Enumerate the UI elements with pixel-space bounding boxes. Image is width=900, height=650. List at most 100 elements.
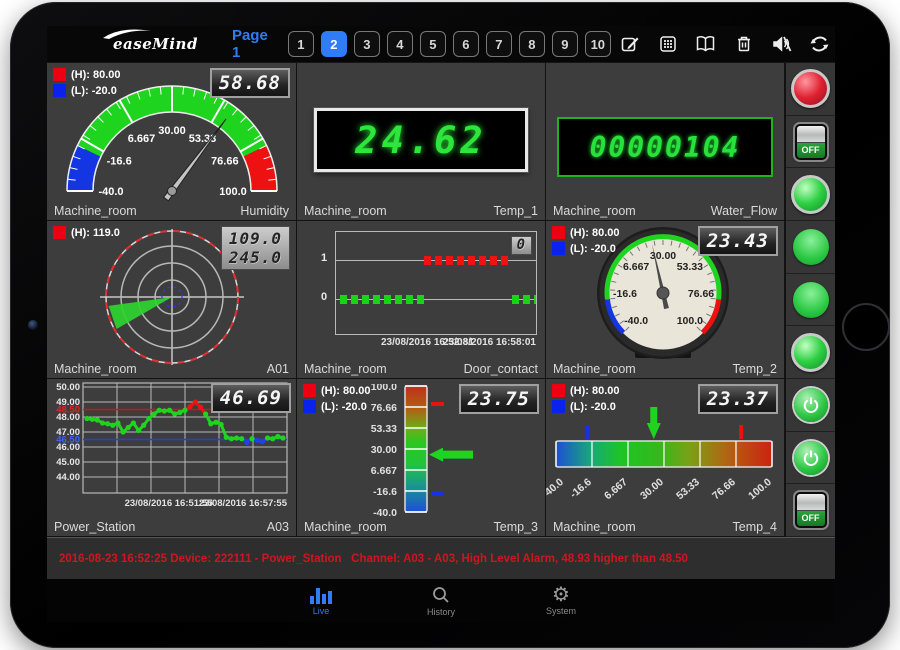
- status-chart: 0: [335, 231, 537, 335]
- svg-text:100.0: 100.0: [371, 384, 397, 393]
- gear-icon: ⚙: [552, 586, 570, 604]
- page-button-4[interactable]: 4: [387, 31, 413, 57]
- nav-history[interactable]: History: [409, 585, 473, 617]
- dashboard: (H): 80.00 (L): -20.0 58.68 -40.0-16.66.…: [47, 63, 835, 537]
- svg-text:45.00: 45.00: [56, 457, 80, 468]
- svg-text:6.667: 6.667: [128, 133, 156, 145]
- legend: (H): 80.00 (L): -20.0: [552, 226, 620, 258]
- control-strip: OFF OFF: [785, 63, 835, 537]
- legend: (H): 119.0: [53, 226, 120, 242]
- nav-history-label: History: [427, 607, 455, 617]
- svg-text:76.66: 76.66: [211, 155, 239, 167]
- control-cell-8: [786, 432, 835, 485]
- value-1: 109.0: [229, 229, 282, 248]
- svg-text:53.33: 53.33: [371, 423, 397, 435]
- toolbar: easeMind Page 1 12345678910: [47, 26, 835, 63]
- x-tick-end: 23/08/2016 16:58:01: [443, 337, 536, 348]
- widget-temp4-horizontal-bar[interactable]: (H): 80.00 (L): -20.0 23.37 -40.0-16.66.…: [546, 379, 785, 537]
- svg-text:30.00: 30.00: [158, 125, 186, 137]
- book-icon[interactable]: [687, 34, 725, 54]
- page-button-2[interactable]: 2: [321, 31, 347, 57]
- alarm-bar: 2016-08-23 16:52:25 Device: 222111 - Pow…: [47, 537, 835, 579]
- device-name: Machine_room: [54, 362, 137, 376]
- widget-temp3-vertical-bar[interactable]: (H): 80.00 (L): -20.0 23.75 100.076.6653…: [297, 379, 546, 537]
- svg-text:100.0: 100.0: [677, 315, 703, 327]
- power-button[interactable]: [794, 388, 828, 422]
- widget-grid: (H): 80.00 (L): -20.0 58.68 -40.0-16.66.…: [47, 63, 785, 537]
- page-button-3[interactable]: 3: [354, 31, 380, 57]
- refresh-icon[interactable]: [801, 34, 835, 54]
- channel-name: A03: [267, 520, 289, 534]
- svg-text:-16.6: -16.6: [107, 156, 132, 168]
- page-button-10[interactable]: 10: [585, 31, 611, 57]
- control-cell-1: [786, 63, 835, 116]
- edit-icon[interactable]: [611, 34, 649, 54]
- svg-text:-40.0: -40.0: [546, 476, 566, 501]
- mute-icon[interactable]: [763, 34, 801, 54]
- value-display: 0: [511, 236, 532, 255]
- legend: (H): 80.00 (L): -20.0: [53, 68, 121, 100]
- green-indicator-light[interactable]: [791, 175, 830, 214]
- page-button-6[interactable]: 6: [453, 31, 479, 57]
- svg-text:76.66: 76.66: [688, 288, 714, 300]
- page-button-7[interactable]: 7: [486, 31, 512, 57]
- widget-temp1-lcd[interactable]: 24.62 Machine_roomTemp_1: [297, 63, 546, 221]
- low-limit-swatch: [552, 242, 565, 255]
- power-icon: [801, 448, 821, 468]
- grid-icon[interactable]: [649, 34, 687, 54]
- value-display: 23.75: [459, 384, 539, 414]
- widget-waterflow-counter[interactable]: 00000104 Machine_roomWater_Flow: [546, 63, 785, 221]
- channel-name: Temp_2: [733, 362, 777, 376]
- svg-text:53.33: 53.33: [674, 476, 702, 502]
- legend: (H): 80.00 (L): -20.0: [552, 384, 620, 416]
- page-button-9[interactable]: 9: [552, 31, 578, 57]
- nav-system[interactable]: ⚙ System: [529, 586, 593, 616]
- svg-text:46.00: 46.00: [56, 442, 80, 453]
- channel-name: Humidity: [240, 204, 289, 218]
- off-rocker-switch[interactable]: OFF: [795, 492, 827, 528]
- counter-display: 00000104: [557, 117, 773, 177]
- status-segment-open: [424, 256, 508, 265]
- nav-live[interactable]: Live: [289, 586, 353, 616]
- page-button-5[interactable]: 5: [420, 31, 446, 57]
- logo-swoosh-icon: [101, 26, 159, 40]
- channel-name: A01: [267, 362, 289, 376]
- off-rocker-switch[interactable]: OFF: [795, 124, 827, 160]
- trash-icon[interactable]: [725, 34, 763, 54]
- green-round-button[interactable]: [793, 282, 829, 318]
- channel-name: Temp_3: [494, 520, 538, 534]
- low-limit-label: (L): -20.0: [321, 401, 367, 413]
- toolbar-icons: [611, 34, 835, 54]
- low-limit-swatch: [303, 400, 316, 413]
- channel-name: Door_contact: [464, 362, 538, 376]
- high-limit-label: (H): 80.00: [71, 69, 121, 81]
- green-round-button[interactable]: [793, 229, 829, 265]
- high-limit-swatch: [53, 226, 66, 239]
- device-name: Power_Station: [54, 520, 135, 534]
- svg-text:76.66: 76.66: [371, 402, 397, 414]
- device-name: Machine_room: [553, 362, 636, 376]
- widget-door-contact-chart[interactable]: 0 1 0 23/08/2016 16:52:31 23/08/2016 16:…: [297, 221, 546, 379]
- y-tick-0: 0: [321, 291, 327, 303]
- widget-a03-trend-chart[interactable]: 50.0049.0048.5048.0047.0046.5046.0045.00…: [47, 379, 297, 537]
- lcd-value: 24.62: [355, 119, 486, 162]
- widget-a01-radar[interactable]: (H): 119.0 109.0 245.0 Machine_roomA01: [47, 221, 297, 379]
- switch-paddle: [797, 494, 825, 511]
- device-name: Machine_room: [304, 204, 387, 218]
- green-indicator-light[interactable]: [791, 333, 830, 372]
- app-logo: easeMind: [113, 35, 198, 53]
- svg-text:-16.6: -16.6: [373, 486, 397, 498]
- widget-humidity-gauge[interactable]: (H): 80.00 (L): -20.0 58.68 -40.0-16.66.…: [47, 63, 297, 221]
- low-limit-swatch: [552, 400, 565, 413]
- red-indicator-light[interactable]: [791, 69, 830, 108]
- power-button[interactable]: [794, 441, 828, 475]
- control-cell-7: [786, 379, 835, 432]
- camera-dot: [28, 320, 38, 330]
- page-button-8[interactable]: 8: [519, 31, 545, 57]
- high-limit-label: (H): 80.00: [570, 385, 620, 397]
- control-cell-4: [786, 221, 835, 274]
- svg-text:76.66: 76.66: [710, 476, 738, 502]
- page-button-1[interactable]: 1: [288, 31, 314, 57]
- widget-temp2-gauge[interactable]: (H): 80.00 (L): -20.0 23.43 -40.0-16.66.…: [546, 221, 785, 379]
- svg-text:30.00: 30.00: [638, 476, 666, 502]
